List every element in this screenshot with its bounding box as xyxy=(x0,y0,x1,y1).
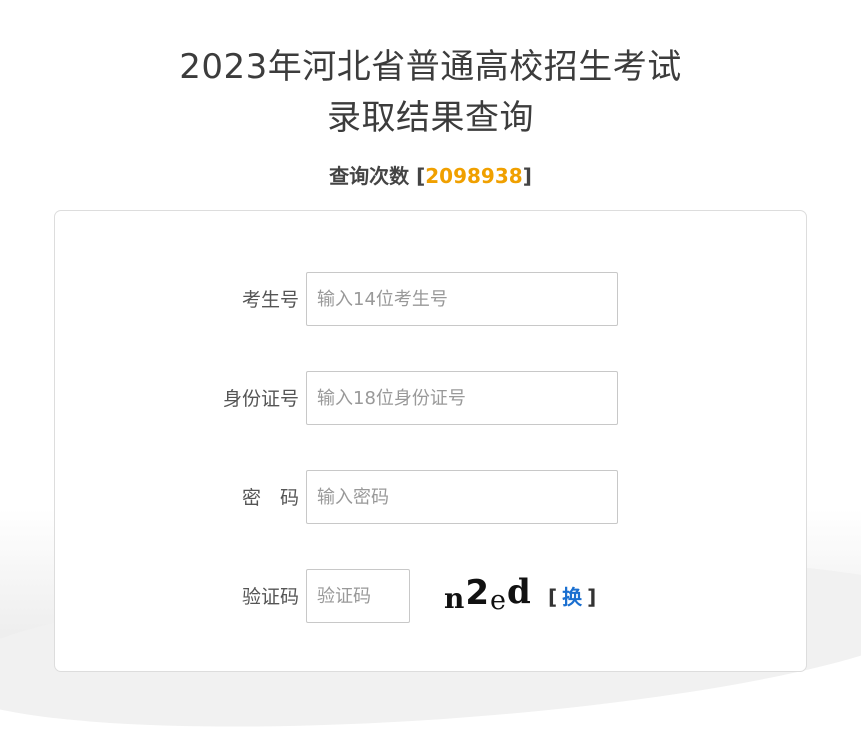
captcha-char: 2 xyxy=(465,573,491,613)
exam-id-label: 考生号 xyxy=(241,289,299,311)
captcha-label: 验证码 xyxy=(241,586,299,608)
exam-id-row: 考生号 xyxy=(55,272,806,328)
exam-id-input[interactable] xyxy=(306,272,618,326)
title-line-1: 2023年河北省普通高校招生考试 xyxy=(179,47,682,87)
id-card-label: 身份证号 xyxy=(222,388,299,410)
refresh-open-bracket: [ xyxy=(548,585,558,609)
query-count-close-bracket: ] xyxy=(522,164,532,188)
password-label: 密 码 xyxy=(241,487,299,509)
query-count-open-bracket: [ xyxy=(416,164,426,188)
captcha-char: e xyxy=(490,585,508,616)
refresh-close-bracket: ] xyxy=(587,585,597,609)
query-count-label: 查询次数 xyxy=(329,164,410,188)
captcha-char: d xyxy=(507,572,532,612)
password-input[interactable] xyxy=(306,470,618,524)
captcha-refresh-link[interactable]: 换 xyxy=(562,585,582,609)
title-line-2: 录取结果查询 xyxy=(327,98,534,138)
captcha-refresh: [换] xyxy=(548,569,596,625)
page-title: 2023年河北省普通高校招生考试 录取结果查询 xyxy=(0,42,861,144)
captcha-input[interactable] xyxy=(306,569,410,623)
query-form-card: 考生号 身份证号 密 码 验证码 n2ed [换] xyxy=(54,210,807,672)
captcha-image[interactable]: n2ed xyxy=(444,572,532,616)
captcha-char: n xyxy=(444,582,466,615)
password-row: 密 码 xyxy=(55,470,806,526)
captcha-row: 验证码 n2ed [换] xyxy=(55,569,806,625)
id-card-input[interactable] xyxy=(306,371,618,425)
query-count-value: 2098938 xyxy=(425,164,523,188)
query-count: 查询次数 [2098938] xyxy=(0,160,861,189)
id-card-row: 身份证号 xyxy=(55,371,806,427)
